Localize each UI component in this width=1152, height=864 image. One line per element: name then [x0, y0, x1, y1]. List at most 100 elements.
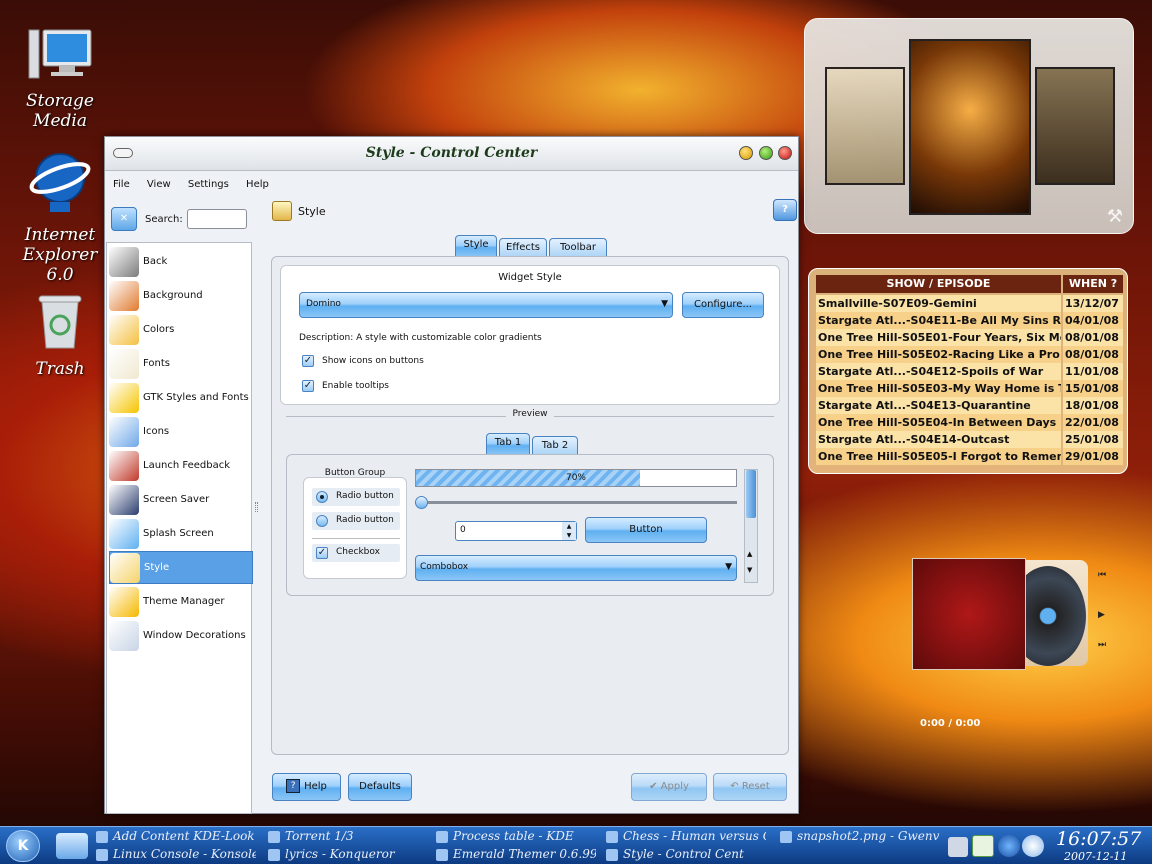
sidebar-item-label: Style [144, 562, 170, 573]
task-button[interactable]: Emerald Themer 0.6.99 [436, 847, 596, 861]
weather-tray-icon[interactable] [1022, 835, 1044, 857]
slider-track[interactable] [415, 501, 737, 504]
sidebar-item-background[interactable]: Background [109, 279, 253, 312]
slider-handle[interactable] [415, 496, 428, 509]
help-icon[interactable]: ? [773, 199, 797, 221]
sidebar-item-back[interactable]: Back [109, 245, 253, 278]
sidebar-item-screen-saver[interactable]: Screen Saver [109, 483, 253, 516]
preview-combobox[interactable]: Combobox ▼ [415, 555, 737, 581]
tv-row[interactable]: One Tree Hill-S05E05-I Forgot to Remembe… [816, 448, 1127, 465]
menu-view[interactable]: View [147, 179, 171, 190]
help-button[interactable]: ? Help [272, 773, 341, 801]
help-book-icon: ? [286, 779, 301, 793]
scroll-up-icon[interactable]: ▲ [747, 550, 752, 558]
defaults-button[interactable]: Defaults [348, 773, 412, 801]
preview-checkbox[interactable]: ✓ Checkbox [312, 544, 400, 562]
sidebar-item-theme-manager[interactable]: Theme Manager [109, 585, 253, 618]
app-icon [436, 830, 448, 843]
next-icon[interactable]: ⏭ [1098, 640, 1106, 650]
sidebar-item-launch-feedback[interactable]: Launch Feedback [109, 449, 253, 482]
preview-button[interactable]: Button [585, 517, 707, 543]
tv-row[interactable]: One Tree Hill-S05E02-Racing Like a Pro 08… [816, 346, 1127, 363]
tv-row[interactable]: Stargate Atl...-S04E13-Quarantine 18/01/0… [816, 397, 1127, 414]
menu-settings[interactable]: Settings [188, 179, 229, 190]
configure-button[interactable]: Configure... [682, 292, 764, 318]
sidebar-item-colors[interactable]: Colors [109, 313, 253, 346]
tab-style[interactable]: Style [455, 235, 497, 257]
radio-button-2[interactable]: Radio button [312, 512, 400, 530]
task-button[interactable]: lyrics - Konqueror [268, 847, 428, 861]
tv-row[interactable]: Stargate Atl...-S04E11-Be All My Sins Re… [816, 312, 1127, 329]
firefox-tray-icon[interactable] [998, 835, 1020, 857]
apply-button[interactable]: ✔ Apply [631, 773, 707, 801]
tv-row[interactable]: One Tree Hill-S05E04-In Between Days 22/0… [816, 414, 1127, 431]
sidebar-item-icons[interactable]: Icons [109, 415, 253, 448]
task-button[interactable]: Chess - Human versus C [606, 829, 766, 843]
tv-show-cell: One Tree Hill-S05E03-My Way Home is Thr [816, 380, 1061, 397]
desktop-icon-trash[interactable]: Trash [10, 290, 110, 379]
sidebar-item-style[interactable]: Style [109, 551, 253, 584]
prev-icon[interactable]: ⏮ [1098, 570, 1106, 580]
desktop-icon-storage[interactable]: Storage Media [10, 28, 110, 131]
task-button[interactable]: Style - Control Cent [606, 847, 766, 861]
back-arrow-icon [109, 246, 139, 277]
tv-row[interactable]: Stargate Atl...-S04E14-Outcast 25/01/08 [816, 431, 1127, 448]
widget-style-label: Widget Style [498, 272, 562, 283]
task-button[interactable]: snapshot2.png - Gwenview [780, 829, 940, 843]
show-icons-checkbox[interactable]: ✓ [302, 355, 314, 367]
kde-menu-icon[interactable]: K [6, 830, 40, 862]
taskbar: K Add Content KDE-Look Linux Console - Ko… [0, 826, 1152, 864]
button-group-label: Button Group [324, 468, 386, 478]
task-button[interactable]: Linux Console - Konsole [96, 847, 256, 861]
play-icon[interactable]: ▶ [1098, 610, 1105, 620]
clear-search-icon[interactable]: ✕ [111, 207, 137, 231]
menu-help[interactable]: Help [246, 179, 269, 190]
sidebar-item-window-decorations[interactable]: Window Decorations [109, 619, 253, 652]
search-input[interactable] [187, 209, 247, 229]
radio-button-1[interactable]: Radio button [312, 488, 400, 506]
maximize-button[interactable] [759, 146, 773, 160]
tv-row[interactable]: Smallville-S07E09-Gemini 13/12/07 [816, 295, 1127, 312]
wrench-icon[interactable]: ⚒ [1105, 207, 1125, 227]
album-cover-2[interactable] [909, 39, 1031, 215]
tv-date-cell: 11/01/08 [1063, 363, 1123, 380]
task-button[interactable]: Process table - KDE [436, 829, 596, 843]
task-button[interactable]: Torrent 1/3 [268, 829, 428, 843]
clock-time[interactable]: 16:07:57 [1056, 828, 1141, 850]
style-description: Description: A style with customizable c… [299, 333, 542, 343]
chevron-down-icon: ▼ [725, 562, 732, 572]
tv-schedule-widget: SHOW / EPISODE WHEN ? Smallville-S07E09-… [808, 268, 1128, 474]
network-tray-icon[interactable] [948, 837, 968, 857]
task-button[interactable]: Add Content KDE-Look [96, 829, 256, 843]
tv-row[interactable]: One Tree Hill-S05E03-My Way Home is Thr 1… [816, 380, 1127, 397]
sidebar-item-splash-screen[interactable]: Splash Screen [109, 517, 253, 550]
sidebar-item-gtk-styles-and-fonts[interactable]: GTK Styles and Fonts [109, 381, 253, 414]
scroll-down-icon[interactable]: ▼ [747, 566, 752, 574]
show-desktop-icon[interactable] [56, 833, 88, 859]
tab-effects[interactable]: Effects [499, 238, 547, 258]
title-bar[interactable]: Style - Control Center [105, 137, 798, 171]
desktop-icon-internet-explorer[interactable]: Internet Explorer 6.0 [10, 150, 110, 285]
menu-file[interactable]: File [113, 179, 130, 190]
close-button[interactable] [778, 146, 792, 160]
tv-row[interactable]: Stargate Atl...-S04E12-Spoils of War 11/0… [816, 363, 1127, 380]
checkmark-icon: ✔ [649, 781, 661, 792]
tab-toolbar[interactable]: Toolbar [549, 238, 607, 258]
album-cover-3[interactable] [1035, 67, 1115, 185]
header-show: SHOW / EPISODE [816, 275, 1061, 293]
tv-row[interactable]: One Tree Hill-S05E01-Four Years, Six Mon… [816, 329, 1127, 346]
reset-button[interactable]: ↶ Reset [713, 773, 787, 801]
sidebar-item-fonts[interactable]: Fonts [109, 347, 253, 380]
header-when: WHEN ? [1063, 275, 1123, 293]
album-cover-1[interactable] [825, 67, 905, 185]
tooltips-checkbox[interactable]: ✓ [302, 380, 314, 392]
minimize-button[interactable] [739, 146, 753, 160]
splitter-handle[interactable] [255, 502, 258, 512]
widget-style-select[interactable]: Domino ▼ [299, 292, 673, 318]
vertical-scrollbar[interactable]: ▲ ▼ [744, 469, 758, 583]
spin-arrows-icon[interactable]: ▲ ▼ [562, 522, 576, 540]
preview-tab-1[interactable]: Tab 1 [486, 433, 530, 455]
preview-tab-2[interactable]: Tab 2 [532, 436, 578, 456]
update-tray-icon[interactable] [972, 835, 994, 857]
spinbox[interactable]: 0 ▲ ▼ [455, 521, 577, 541]
